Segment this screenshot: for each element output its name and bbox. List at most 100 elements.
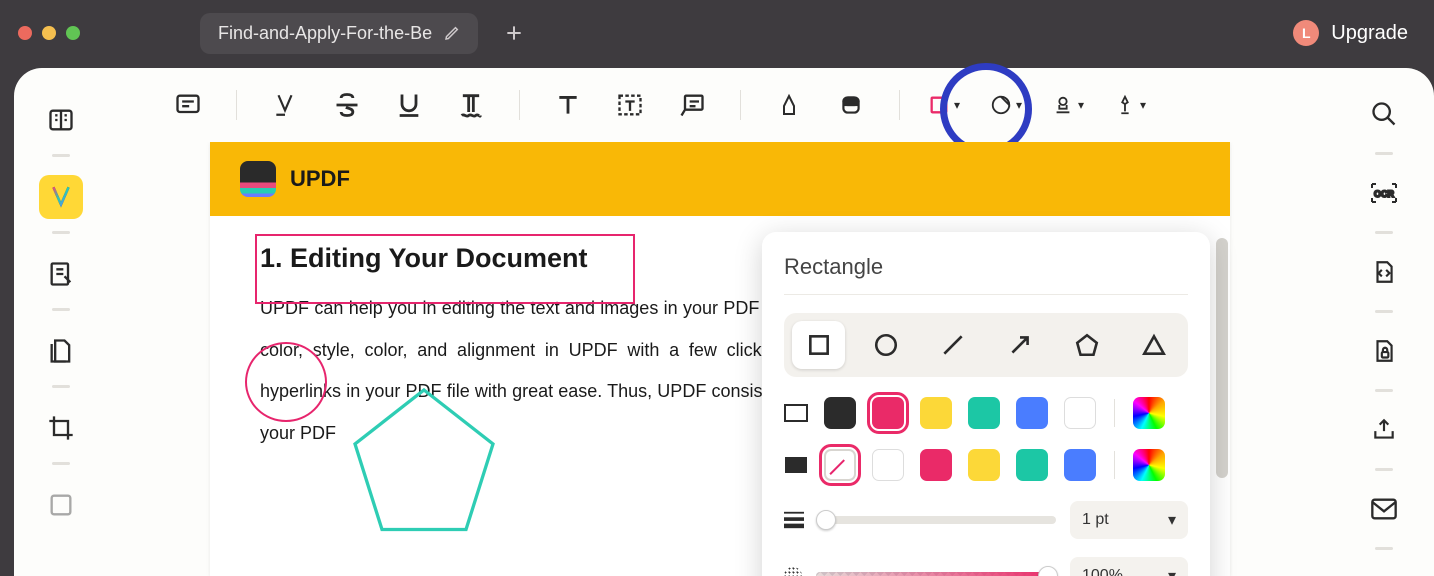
crop-button[interactable] bbox=[39, 406, 83, 450]
separator bbox=[236, 90, 237, 120]
underline-button[interactable] bbox=[389, 85, 429, 125]
opacity-dropdown[interactable]: 100% ▾ bbox=[1070, 557, 1188, 576]
eraser-button[interactable] bbox=[831, 85, 871, 125]
fill-swatch-white[interactable] bbox=[872, 449, 904, 481]
border-color-row bbox=[784, 397, 1188, 429]
separator bbox=[1114, 451, 1115, 479]
circle-annotation[interactable] bbox=[245, 342, 327, 422]
text-button[interactable] bbox=[548, 85, 588, 125]
pentagon-annotation[interactable] bbox=[345, 387, 503, 537]
opacity-value: 100% bbox=[1082, 567, 1123, 576]
border-swatch-teal[interactable] bbox=[968, 397, 1000, 429]
chevron-down-icon: ▾ bbox=[954, 98, 960, 112]
fill-swatch-custom[interactable] bbox=[1133, 449, 1165, 481]
thickness-value: 1 pt bbox=[1082, 511, 1109, 529]
border-swatch-white[interactable] bbox=[1064, 397, 1096, 429]
border-swatch-black[interactable] bbox=[824, 397, 856, 429]
border-swatch-custom[interactable] bbox=[1133, 397, 1165, 429]
shape-picker bbox=[784, 313, 1188, 377]
separator bbox=[784, 294, 1188, 295]
right-sidebar: OCR bbox=[1334, 68, 1434, 576]
pencil-button[interactable] bbox=[769, 85, 809, 125]
document-tab[interactable]: Find-and-Apply-For-the-Be bbox=[200, 13, 478, 54]
opacity-control: 100% ▾ bbox=[784, 557, 1188, 576]
callout-button[interactable] bbox=[672, 85, 712, 125]
thickness-slider[interactable] bbox=[818, 516, 1056, 524]
fill-swatch-teal[interactable] bbox=[1016, 449, 1048, 481]
border-swatch-yellow[interactable] bbox=[920, 397, 952, 429]
separator bbox=[1375, 547, 1393, 550]
email-button[interactable] bbox=[1362, 487, 1406, 531]
signature-button[interactable]: ▾ bbox=[1114, 85, 1154, 125]
separator bbox=[740, 90, 741, 120]
fill-swatch-blue[interactable] bbox=[1064, 449, 1096, 481]
updf-logo-icon bbox=[240, 161, 276, 197]
edit-mode-button[interactable] bbox=[39, 252, 83, 296]
add-tab-button[interactable] bbox=[504, 23, 524, 43]
shape-button[interactable]: ▾ bbox=[928, 85, 968, 125]
note-button[interactable] bbox=[168, 85, 208, 125]
separator bbox=[1114, 399, 1115, 427]
separator bbox=[52, 308, 70, 311]
chevron-down-icon: ▾ bbox=[1168, 566, 1176, 576]
separator bbox=[52, 231, 70, 234]
thickness-control: 1 pt ▾ bbox=[784, 501, 1188, 539]
border-icon bbox=[784, 404, 808, 422]
separator bbox=[899, 90, 900, 120]
ocr-button[interactable]: OCR bbox=[1362, 171, 1406, 215]
rectangle-annotation[interactable] bbox=[255, 234, 635, 304]
shape-properties-popover: Rectangle bbox=[762, 232, 1210, 576]
thickness-dropdown[interactable]: 1 pt ▾ bbox=[1070, 501, 1188, 539]
vertical-scrollbar[interactable] bbox=[1216, 238, 1228, 478]
stamp-button[interactable]: ▾ bbox=[1052, 85, 1092, 125]
window-controls bbox=[18, 26, 80, 40]
share-button[interactable] bbox=[1362, 408, 1406, 452]
squiggly-button[interactable] bbox=[451, 85, 491, 125]
shape-pentagon[interactable] bbox=[1060, 321, 1113, 369]
maximize-window-button[interactable] bbox=[66, 26, 80, 40]
shape-line[interactable] bbox=[926, 321, 979, 369]
protect-button[interactable] bbox=[1362, 329, 1406, 373]
border-swatch-blue[interactable] bbox=[1016, 397, 1048, 429]
convert-button[interactable] bbox=[1362, 250, 1406, 294]
fill-swatch-yellow[interactable] bbox=[968, 449, 1000, 481]
popover-title: Rectangle bbox=[784, 254, 1188, 280]
search-button[interactable] bbox=[1362, 92, 1406, 136]
border-swatch-pink[interactable] bbox=[872, 397, 904, 429]
left-sidebar bbox=[14, 68, 108, 576]
opacity-slider[interactable] bbox=[816, 572, 1056, 576]
annotation-toolbar: ▾ ▾ ▾ ▾ bbox=[108, 68, 1334, 142]
chevron-down-icon: ▾ bbox=[1016, 98, 1022, 112]
comment-mode-button[interactable] bbox=[39, 175, 83, 219]
chevron-down-icon: ▾ bbox=[1140, 98, 1146, 112]
sticker-button[interactable]: ▾ bbox=[990, 85, 1030, 125]
textbox-button[interactable] bbox=[610, 85, 650, 125]
fill-swatch-pink[interactable] bbox=[920, 449, 952, 481]
separator bbox=[519, 90, 520, 120]
tab-label: Find-and-Apply-For-the-Be bbox=[218, 23, 432, 44]
fill-swatch-none[interactable] bbox=[824, 449, 856, 481]
shape-rectangle[interactable] bbox=[792, 321, 845, 369]
shape-circle[interactable] bbox=[859, 321, 912, 369]
shape-triangle[interactable] bbox=[1127, 321, 1180, 369]
highlight-button[interactable] bbox=[265, 85, 305, 125]
separator bbox=[52, 154, 70, 157]
chevron-down-icon: ▾ bbox=[1078, 98, 1084, 112]
separator bbox=[52, 462, 70, 465]
reader-mode-button[interactable] bbox=[39, 98, 83, 142]
fill-color-row bbox=[784, 449, 1188, 481]
close-window-button[interactable] bbox=[18, 26, 32, 40]
tools-button[interactable] bbox=[39, 483, 83, 527]
shape-arrow[interactable] bbox=[993, 321, 1046, 369]
minimize-window-button[interactable] bbox=[42, 26, 56, 40]
fill-icon bbox=[784, 456, 808, 474]
document-view[interactable]: UPDF 1. Editing Your Document UPDF can h… bbox=[108, 142, 1334, 576]
upgrade-button[interactable]: Upgrade bbox=[1331, 22, 1408, 45]
organize-pages-button[interactable] bbox=[39, 329, 83, 373]
avatar[interactable]: L bbox=[1293, 20, 1319, 46]
separator bbox=[1375, 231, 1393, 234]
svg-text:OCR: OCR bbox=[1374, 189, 1395, 199]
strikethrough-button[interactable] bbox=[327, 85, 367, 125]
separator bbox=[52, 385, 70, 388]
thickness-icon bbox=[784, 511, 804, 529]
